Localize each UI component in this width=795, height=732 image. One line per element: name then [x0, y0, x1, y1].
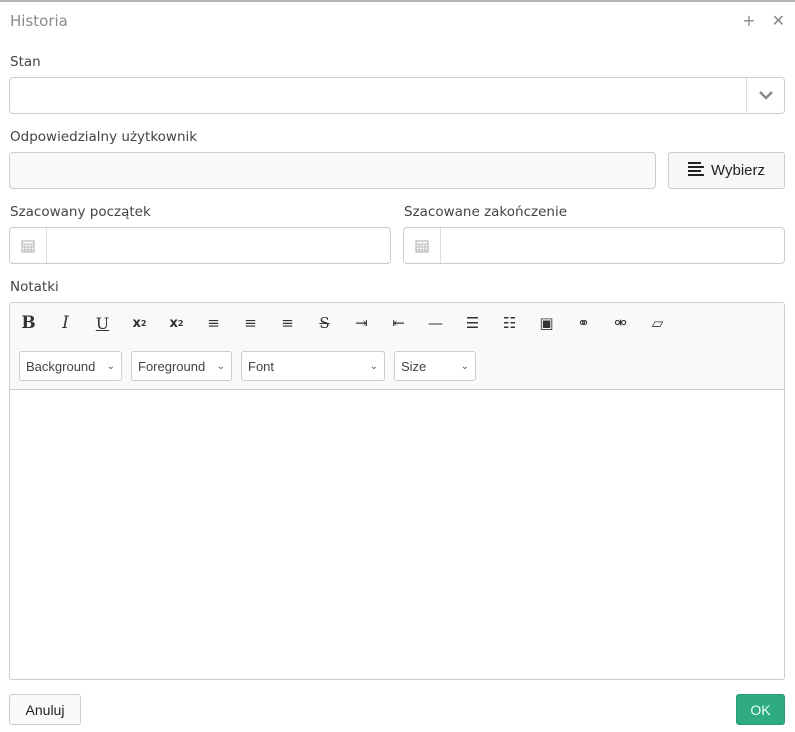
superscript-icon[interactable]: x2	[158, 311, 195, 335]
strikethrough-icon[interactable]: S	[306, 311, 343, 335]
calendar-icon[interactable]	[404, 228, 441, 263]
state-label: Stan	[10, 54, 41, 70]
outdent-icon[interactable]: ⇤	[380, 311, 417, 335]
underline-icon[interactable]: U	[84, 311, 121, 335]
choose-button-label: Wybierz	[710, 162, 766, 179]
calendar-icon[interactable]	[10, 228, 47, 263]
chevron-down-icon: ⌄	[216, 360, 225, 372]
align-center-icon[interactable]: ≡	[232, 311, 269, 335]
align-right-icon[interactable]: ≡	[269, 311, 306, 335]
bold-icon[interactable]: B	[10, 311, 47, 335]
image-icon[interactable]: ▣	[528, 311, 565, 335]
align-left-icon[interactable]: ≡	[195, 311, 232, 335]
font-dropdown[interactable]: Font ⌄	[241, 351, 385, 381]
notes-label: Notatki	[10, 279, 59, 295]
chevron-down-icon[interactable]	[746, 78, 784, 113]
end-label: Szacowane zakończenie	[404, 204, 568, 220]
eraser-icon[interactable]: ▱	[639, 311, 676, 335]
close-icon[interactable]: ✕	[772, 11, 785, 30]
unlink-icon[interactable]: ⚮	[602, 311, 639, 335]
list-icon	[687, 161, 704, 180]
ok-button[interactable]: OK	[736, 694, 785, 725]
choose-button[interactable]: Wybierz	[668, 152, 785, 189]
link-icon[interactable]: ⚭	[565, 311, 602, 335]
state-select[interactable]	[9, 77, 785, 114]
horizontal-rule-icon[interactable]: —	[417, 311, 454, 335]
unordered-list-icon[interactable]: ☷	[491, 311, 528, 335]
end-date-input[interactable]	[403, 227, 785, 264]
chevron-down-icon: ⌄	[369, 360, 378, 372]
subscript-icon[interactable]: x2	[121, 311, 158, 335]
indent-icon[interactable]: ⇥	[343, 311, 380, 335]
start-label: Szacowany początek	[10, 204, 151, 220]
italic-icon[interactable]: I	[47, 311, 84, 335]
size-dropdown[interactable]: Size ⌄	[394, 351, 476, 381]
foreground-dropdown[interactable]: Foreground ⌄	[131, 351, 232, 381]
dialog-title: Historia	[10, 12, 68, 30]
notes-editor[interactable]: B I U x2 x2 ≡ ≡ ≡ S ⇥ ⇤ — ☰ ☷ ▣ ⚭ ⚮ ▱ Ba…	[9, 302, 785, 680]
chevron-down-icon: ⌄	[460, 360, 469, 372]
cancel-button[interactable]: Anuluj	[9, 694, 81, 725]
ordered-list-icon[interactable]: ☰	[454, 311, 491, 335]
plus-icon[interactable]: +	[742, 11, 755, 30]
start-date-input[interactable]	[9, 227, 391, 264]
user-label: Odpowiedzialny użytkownik	[10, 129, 198, 145]
editor-toolbar: B I U x2 x2 ≡ ≡ ≡ S ⇥ ⇤ — ☰ ☷ ▣ ⚭ ⚮ ▱ Ba…	[10, 303, 784, 390]
user-input[interactable]	[9, 152, 656, 189]
chevron-down-icon: ⌄	[106, 360, 115, 372]
background-dropdown[interactable]: Background ⌄	[19, 351, 122, 381]
